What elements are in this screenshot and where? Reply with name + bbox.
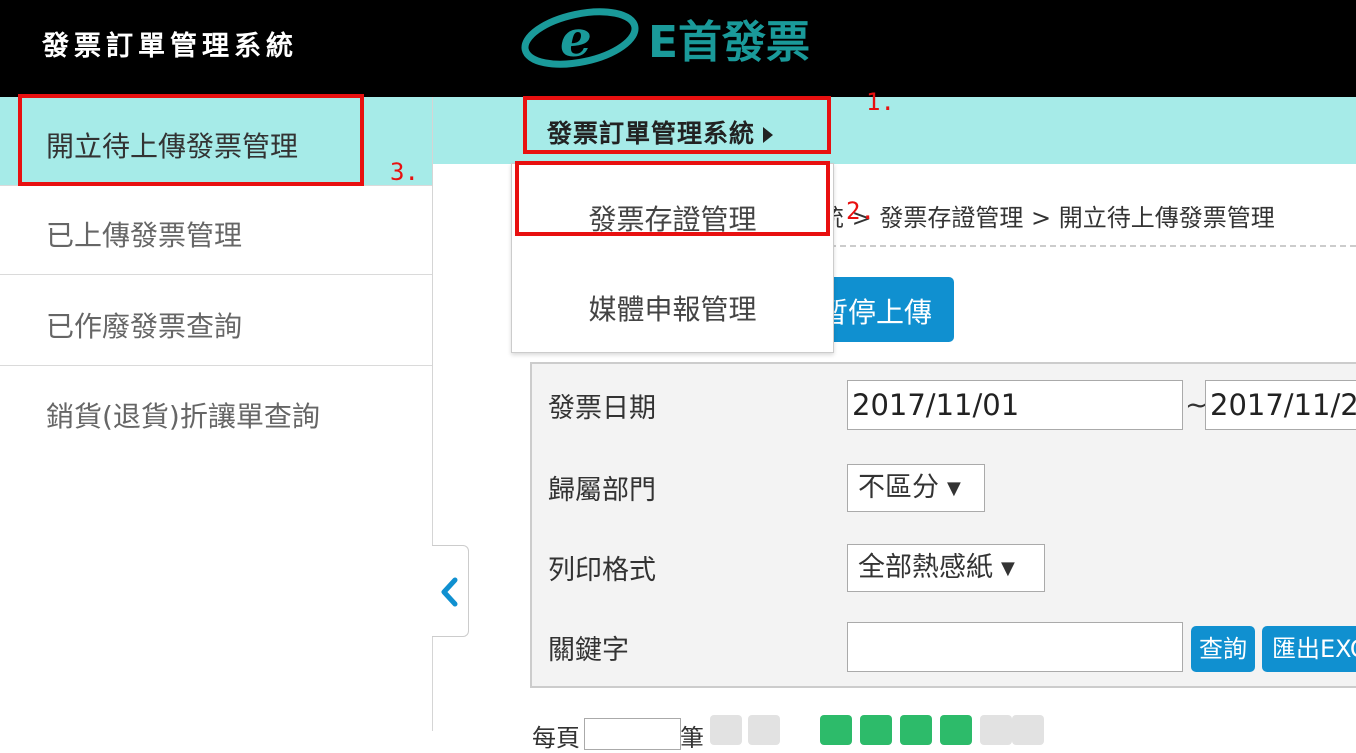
per-page-suffix: 筆 <box>680 724 704 752</box>
annotation-box-3 <box>18 94 364 186</box>
department-select[interactable]: 不區分 ▼ <box>847 464 985 512</box>
pager-next-button[interactable] <box>980 715 1012 745</box>
date-from-input[interactable]: 2017/11/01 <box>847 380 1183 430</box>
pager-first-button[interactable] <box>710 715 742 745</box>
sidebar-collapse-toggle[interactable] <box>432 545 469 637</box>
sidebar-item-uploaded-invoices[interactable]: 已上傳發票管理 <box>0 186 432 275</box>
pause-upload-label: 暫停上傳 <box>820 296 933 329</box>
chevron-left-icon <box>441 577 458 607</box>
dropdown-arrow-icon: ▼ <box>947 477 961 499</box>
annotation-label-1: 1. <box>866 88 895 116</box>
dropdown-arrow-icon: ▼ <box>1001 557 1015 579</box>
sidebar-item-voided-invoices[interactable]: 已作廢發票查詢 <box>0 277 432 366</box>
print-format-label: 列印格式 <box>548 555 656 586</box>
annotation-label-2: 2. <box>846 197 875 225</box>
sidebar-item-label: 已作廢發票查詢 <box>46 310 243 343</box>
sidebar-item-allowance-query[interactable]: 銷貨(退貨)折讓單查詢 <box>0 367 432 456</box>
annotation-box-1 <box>523 96 831 154</box>
pager-page-button[interactable] <box>820 715 852 745</box>
search-button[interactable]: 查詢 <box>1191 626 1255 672</box>
breadcrumb: 統 > 發票存證管理 > 開立待上傳發票管理 <box>820 204 1275 232</box>
print-format-value: 全部熱感紙 <box>858 552 993 583</box>
department-label: 歸屬部門 <box>548 475 656 506</box>
app-title: 發票訂單管理系統 <box>42 31 298 62</box>
menu-item-media-declaration[interactable]: 媒體申報管理 <box>512 288 833 328</box>
pager-last-button[interactable] <box>1012 715 1044 745</box>
invoice-date-label: 發票日期 <box>548 393 656 424</box>
logo-text: E首發票 <box>648 17 811 68</box>
export-excel-button[interactable]: 匯出EXC <box>1262 626 1356 672</box>
keyword-label: 關鍵字 <box>548 635 629 666</box>
top-header: 發票訂單管理系統 e E首發票 <box>0 0 1356 97</box>
pager-page-button[interactable] <box>900 715 932 745</box>
per-page-input[interactable] <box>584 718 681 750</box>
logo-letter: e <box>560 9 592 68</box>
department-value: 不區分 <box>858 472 939 503</box>
per-page-prefix: 每頁 <box>532 724 580 752</box>
print-format-select[interactable]: 全部熱感紙 ▼ <box>847 544 1045 592</box>
date-to-input[interactable]: 2017/11/2 <box>1205 380 1356 430</box>
pager-page-button[interactable] <box>940 715 972 745</box>
keyword-input[interactable] <box>847 622 1183 672</box>
sidebar-item-label: 已上傳發票管理 <box>46 219 243 252</box>
pager-page-button[interactable] <box>860 715 892 745</box>
sidebar: 開立待上傳發票管理 已上傳發票管理 已作廢發票查詢 銷貨(退貨)折讓單查詢 <box>0 97 433 731</box>
annotation-box-2 <box>515 161 830 236</box>
sidebar-item-label: 銷貨(退貨)折讓單查詢 <box>46 400 320 433</box>
pager-prev-button[interactable] <box>748 715 780 745</box>
annotation-label-3: 3. <box>390 158 419 186</box>
